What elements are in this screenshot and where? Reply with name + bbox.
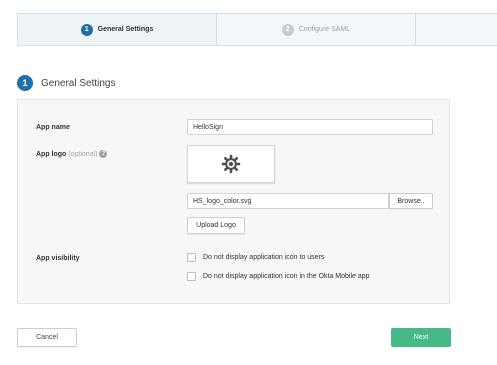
step-configure-saml[interactable]: 2 Configure SAML — [217, 14, 416, 45]
app-logo-label-text: App logo — [36, 150, 67, 158]
checkbox-label: Do not display application icon to users — [203, 254, 325, 261]
step-number-badge: 2 — [281, 23, 294, 36]
section-header: 1 General Settings — [17, 75, 116, 91]
next-button[interactable]: Next — [391, 328, 451, 347]
step-label: Configure SAML — [298, 26, 351, 33]
hide-icon-users-checkbox[interactable] — [187, 253, 196, 262]
step-label: General Settings — [97, 26, 154, 33]
help-icon[interactable]: ? — [99, 150, 108, 158]
hide-icon-users-option[interactable]: Do not display application icon to users — [187, 253, 324, 262]
gear-icon — [221, 154, 241, 174]
step-number-badge: 1 — [80, 23, 93, 36]
general-settings-panel: App name HelloSign App logo (optional)? … — [17, 99, 450, 304]
step-empty — [416, 14, 497, 45]
section-title: General Settings — [41, 77, 116, 89]
section-number-badge: 1 — [17, 75, 33, 91]
hide-icon-okta-mobile-option[interactable]: Do not display application icon in the O… — [187, 272, 370, 281]
app-visibility-label: App visibility — [36, 255, 80, 262]
optional-tag: (optional) — [68, 150, 98, 158]
checkbox-label: Do not display application icon in the O… — [203, 273, 370, 280]
hide-icon-okta-mobile-checkbox[interactable] — [187, 272, 196, 281]
app-logo-label: App logo (optional)? — [36, 150, 108, 158]
logo-preview — [187, 145, 275, 183]
browse-button[interactable]: Browse.. — [389, 193, 433, 209]
app-name-label: App name — [36, 124, 70, 131]
upload-logo-button[interactable]: Upload Logo — [187, 217, 245, 234]
cancel-button[interactable]: Cancel — [17, 328, 77, 347]
step-general-settings[interactable]: 1 General Settings — [18, 14, 217, 45]
logo-file-name-field[interactable]: HS_logo_color.svg — [187, 193, 389, 209]
wizard-stepper: 1 General Settings 2 Configure SAML — [17, 13, 497, 46]
app-name-input[interactable]: HelloSign — [187, 119, 433, 135]
